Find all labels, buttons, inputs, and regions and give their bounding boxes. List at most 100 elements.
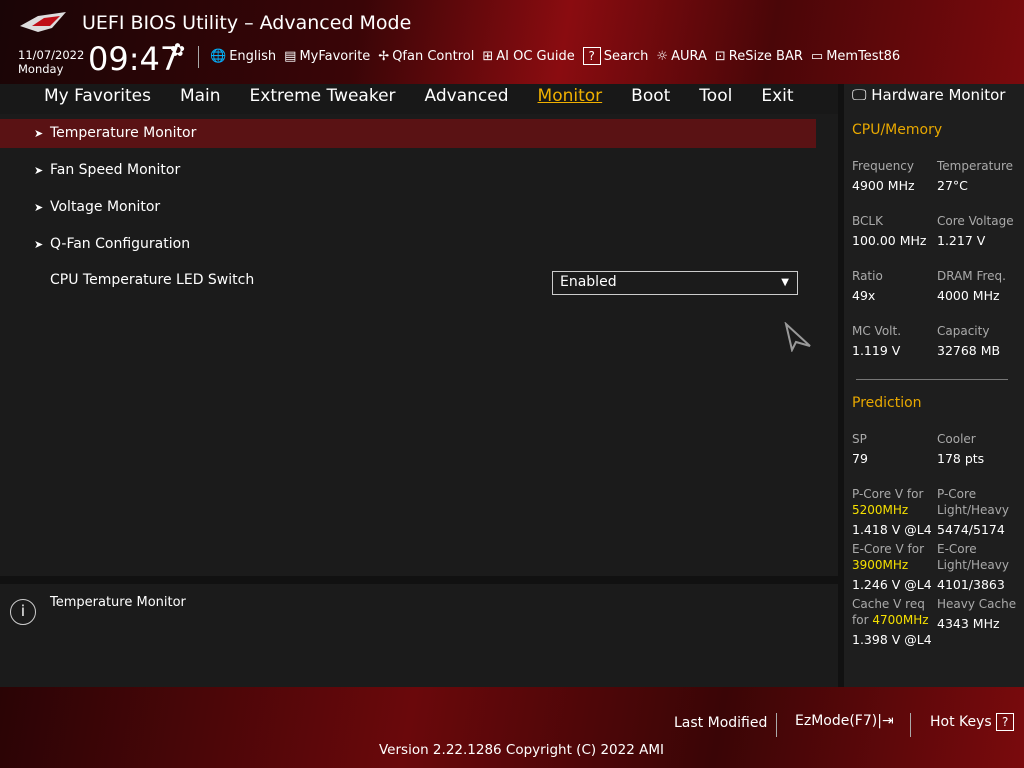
label: Hardware Monitor bbox=[871, 86, 1006, 104]
label: Cache V req for 4700MHz bbox=[852, 596, 929, 628]
value: 32768 MB bbox=[937, 343, 1001, 358]
divider bbox=[776, 713, 777, 737]
hardware-monitor-panel: 🖵 Hardware Monitor CPU/Memory Frequency … bbox=[844, 84, 1024, 687]
label: Temperature bbox=[937, 159, 1014, 173]
header-bar: UEFI BIOS Utility – Advanced Mode 11/07/… bbox=[0, 0, 1024, 84]
english-button[interactable]: 🌐 English bbox=[210, 47, 276, 65]
text: E-Core V for bbox=[852, 542, 925, 556]
value: 4900 MHz bbox=[852, 178, 915, 193]
label: SP bbox=[852, 432, 867, 446]
main-tabs: My Favorites Main Extreme Tweaker Advanc… bbox=[0, 84, 838, 114]
label: ReSize BAR bbox=[728, 48, 803, 64]
footer-bar: Last Modified EzMode(F7)|⇥ Hot Keys ? Ve… bbox=[0, 687, 1024, 768]
freq: 5200MHz bbox=[852, 503, 909, 517]
tab-boot[interactable]: Boot bbox=[616, 84, 684, 112]
label: MyFavorite bbox=[299, 48, 371, 64]
arrow-icon: ➤ bbox=[34, 238, 44, 251]
value: 1.418 V @L4 bbox=[852, 522, 932, 537]
value: 1.398 V @L4 bbox=[852, 632, 932, 647]
fan-icon: ✢ bbox=[378, 48, 390, 64]
aura-icon: ☼ bbox=[656, 48, 669, 64]
settings-panel: ➤ Temperature Monitor ➤ Fan Speed Monitor … bbox=[0, 114, 838, 576]
label: AI OC Guide bbox=[496, 48, 575, 64]
date: 11/07/2022 bbox=[18, 48, 85, 62]
label: E-Core Light/Heavy bbox=[937, 541, 1009, 573]
value: 79 bbox=[852, 451, 868, 466]
ai-oc-guide-button[interactable]: ⊞ AI OC Guide bbox=[482, 47, 574, 65]
label: Q-Fan Configuration bbox=[50, 236, 191, 252]
label: Ratio bbox=[852, 269, 883, 283]
version-text: Version 2.22.1286 Copyright (C) 2022 AMI bbox=[379, 742, 664, 758]
text: P-Core bbox=[937, 487, 977, 501]
gear-icon[interactable]: ✿ bbox=[170, 40, 185, 61]
search-button[interactable]: ? Search bbox=[582, 47, 649, 65]
label: Fan Speed Monitor bbox=[50, 162, 181, 178]
resize-icon: ⊡ bbox=[714, 48, 726, 64]
label: BCLK bbox=[852, 214, 883, 228]
value: 5474/5174 bbox=[937, 522, 1005, 537]
tab-tool[interactable]: Tool bbox=[684, 84, 746, 112]
label: Hot Keys bbox=[930, 714, 992, 730]
divider bbox=[856, 379, 1008, 380]
text: for bbox=[852, 613, 869, 627]
menu-voltage-monitor[interactable]: ➤ Voltage Monitor bbox=[34, 199, 160, 215]
last-modified-button[interactable]: Last Modified bbox=[674, 715, 767, 731]
label: AURA bbox=[671, 48, 707, 64]
label: P-Core Light/Heavy bbox=[937, 486, 1009, 518]
freq: 4700MHz bbox=[872, 613, 929, 627]
text: P-Core V for bbox=[852, 487, 924, 501]
mouse-cursor-icon bbox=[784, 322, 811, 352]
label: Temperature Monitor bbox=[50, 125, 197, 141]
value: 49x bbox=[852, 288, 876, 303]
text: Cache V req bbox=[852, 597, 925, 611]
label: Search bbox=[603, 48, 649, 64]
text: Light/Heavy bbox=[937, 558, 1009, 572]
value: 178 pts bbox=[937, 451, 985, 466]
value: 27°C bbox=[937, 178, 968, 193]
toolbar: 🌐 English ▤ MyFavorite ✢ Qfan Control ⊞ AI O… bbox=[210, 47, 900, 65]
label: Frequency bbox=[852, 159, 914, 173]
ezmode-button[interactable]: EzMode(F7)|⇥ bbox=[795, 713, 894, 729]
question-icon: ? bbox=[996, 713, 1015, 731]
help-panel: i Temperature Monitor bbox=[0, 584, 838, 687]
qfan-control-button[interactable]: ✢ Qfan Control bbox=[378, 47, 474, 65]
value: 1.119 V bbox=[852, 343, 901, 358]
tab-monitor[interactable]: Monitor bbox=[523, 84, 617, 112]
label: Qfan Control bbox=[392, 48, 475, 64]
menu-temperature-monitor[interactable]: ➤ Temperature Monitor bbox=[34, 125, 196, 141]
monitor-icon: 🖵 bbox=[852, 86, 867, 104]
menu-qfan-configuration[interactable]: ➤ Q-Fan Configuration bbox=[34, 236, 190, 252]
value: 1.217 V bbox=[937, 233, 986, 248]
tab-my-favorites[interactable]: My Favorites bbox=[0, 84, 165, 112]
label: English bbox=[229, 48, 277, 64]
label: Voltage Monitor bbox=[50, 199, 161, 215]
value: 4343 MHz bbox=[937, 616, 1000, 631]
arrow-icon: ➤ bbox=[34, 201, 44, 214]
myfavorite-button[interactable]: ▤ MyFavorite bbox=[284, 47, 370, 65]
resize-bar-button[interactable]: ⊡ ReSize BAR bbox=[715, 47, 803, 65]
led-switch-dropdown[interactable]: Enabled ▼ bbox=[552, 271, 798, 295]
hot-keys-button[interactable]: Hot Keys ? bbox=[930, 713, 1015, 731]
prediction-heading: Prediction bbox=[852, 395, 922, 411]
menu-fan-speed-monitor[interactable]: ➤ Fan Speed Monitor bbox=[34, 162, 180, 178]
memory-icon: ▭ bbox=[810, 48, 824, 64]
text: Light/Heavy bbox=[937, 503, 1009, 517]
question-icon: ? bbox=[582, 47, 601, 65]
label: Core Voltage bbox=[937, 214, 1014, 228]
tab-advanced[interactable]: Advanced bbox=[410, 84, 523, 112]
memtest86-button[interactable]: ▭ MemTest86 bbox=[811, 47, 900, 65]
info-icon: i bbox=[10, 599, 36, 625]
aura-button[interactable]: ☼ AURA bbox=[656, 47, 706, 65]
caret-down-icon: ▼ bbox=[781, 277, 789, 288]
tab-main[interactable]: Main bbox=[165, 84, 235, 112]
list-icon: ▤ bbox=[284, 48, 297, 64]
exit-arrow-icon: |⇥ bbox=[877, 713, 894, 729]
help-text: Temperature Monitor bbox=[50, 595, 186, 610]
tab-extreme-tweaker[interactable]: Extreme Tweaker bbox=[235, 84, 410, 112]
arrow-icon: ➤ bbox=[34, 164, 44, 177]
divider bbox=[910, 713, 911, 737]
label: DRAM Freq. bbox=[937, 269, 1006, 283]
label: Capacity bbox=[937, 324, 990, 338]
value: 4000 MHz bbox=[937, 288, 1000, 303]
tab-exit[interactable]: Exit bbox=[746, 84, 807, 112]
